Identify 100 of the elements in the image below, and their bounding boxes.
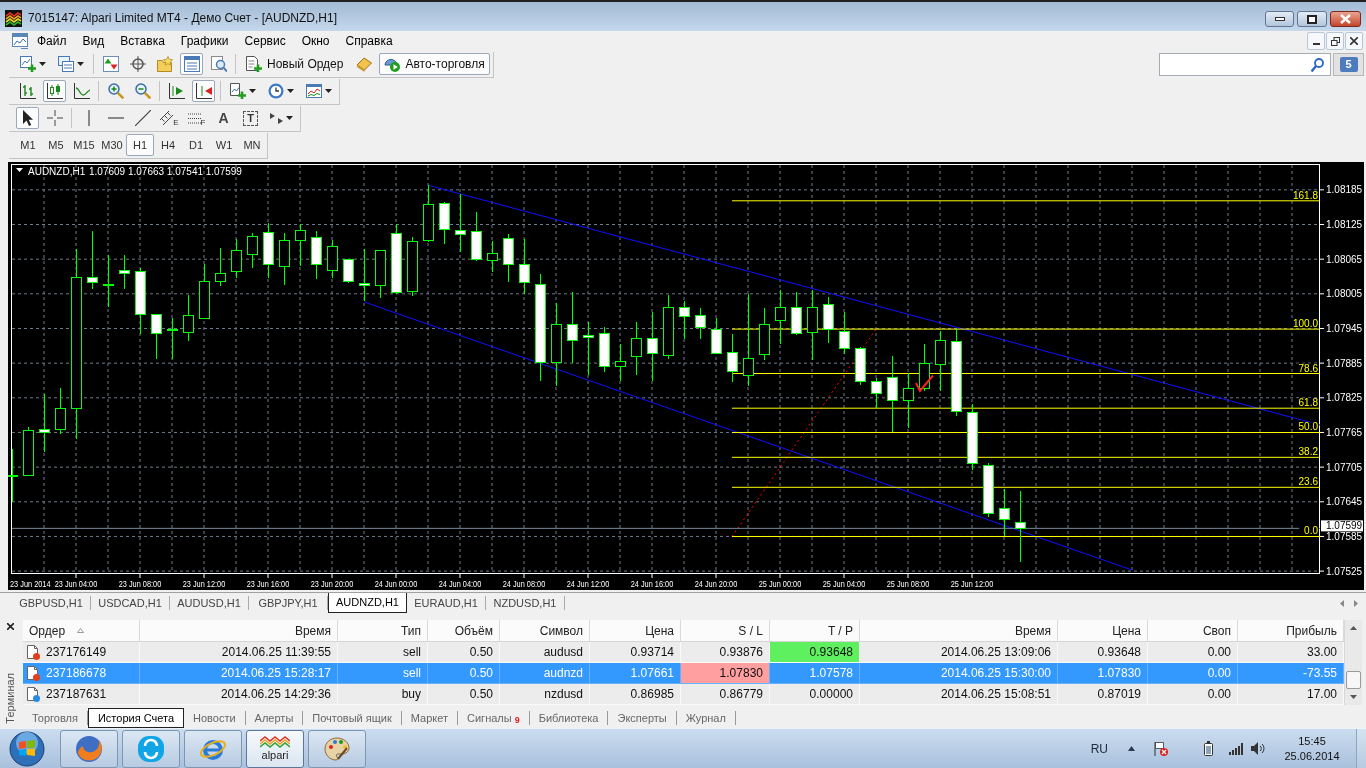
timeframe-button[interactable]: M15 bbox=[70, 134, 98, 156]
toolbar-button[interactable]: T bbox=[239, 107, 262, 129]
candlestick bbox=[55, 387, 66, 435]
table-row[interactable]: 237186678 2014.06.25 15:28:17 sell 0.50 audnzd 1.07661 1.07830 1.07578 2014.06.25 15:30:00 1.07830 0.00 -73.55 bbox=[23, 663, 1344, 684]
chart-tab[interactable]: GBPUSD,H1 bbox=[12, 596, 91, 610]
toolbar-button[interactable]: F bbox=[185, 107, 208, 129]
menu-item[interactable]: Окно bbox=[293, 32, 338, 50]
chart-tab[interactable]: EURAUD,H1 bbox=[407, 596, 486, 610]
taskbar-app-button[interactable] bbox=[122, 729, 180, 768]
current-price-label: 1.07599 bbox=[1321, 520, 1363, 532]
taskbar-app-button[interactable] bbox=[60, 729, 118, 768]
price-tick-label: 1.07525 bbox=[1326, 565, 1363, 577]
taskbar-app-button[interactable]: alpari bbox=[246, 729, 304, 768]
timeframe-button[interactable]: M5 bbox=[42, 134, 70, 156]
search-field[interactable] bbox=[1159, 53, 1331, 76]
candlestick bbox=[119, 254, 130, 290]
chart-tab[interactable]: USDCAD,H1 bbox=[91, 596, 170, 610]
panel-tab[interactable]: Журнал bbox=[676, 711, 736, 725]
column-header[interactable]: Ордер bbox=[23, 620, 140, 641]
minimize-icon bbox=[1274, 17, 1285, 21]
column-header[interactable]: Объём bbox=[428, 620, 500, 641]
clock-button[interactable]: 15:45 25.06.2014 bbox=[1272, 733, 1352, 764]
order-number: 237176149 bbox=[46, 644, 107, 661]
taskbar-app-button[interactable] bbox=[184, 729, 242, 768]
panel-tab[interactable]: Почтовый ящик bbox=[303, 711, 402, 725]
toolbar-button[interactable] bbox=[43, 80, 66, 102]
table-row[interactable]: 237187631 2014.06.25 14:29:36 buy 0.50 nzdusd 0.86985 0.86779 0.00000 2014.06.25 15:08:51 0.87019 0.00 17.00 bbox=[23, 684, 1344, 705]
column-header[interactable]: Цена bbox=[590, 620, 681, 641]
new-order-button[interactable]: Новый Ордер bbox=[241, 53, 349, 75]
candle bbox=[407, 240, 418, 292]
candlestick bbox=[839, 311, 850, 355]
close-icon bbox=[1340, 14, 1351, 24]
auto-trading-button[interactable]: Авто-торговля bbox=[379, 53, 490, 75]
zoom-out-icon bbox=[134, 83, 151, 99]
order-number: 237186678 bbox=[46, 665, 107, 682]
table-cell: 1.07830 bbox=[681, 663, 770, 684]
timeframe-button[interactable]: MN bbox=[238, 134, 266, 156]
column-header[interactable]: T / P bbox=[770, 620, 860, 641]
timeframe-button[interactable]: M30 bbox=[98, 134, 126, 156]
column-header[interactable]: Время bbox=[860, 620, 1058, 641]
restore-button[interactable] bbox=[1326, 32, 1344, 50]
toolbar-button[interactable]: E bbox=[158, 107, 181, 129]
panel-tab[interactable]: Сигналы 9 bbox=[458, 711, 530, 725]
minimize-button[interactable] bbox=[1307, 32, 1325, 50]
scrollbar-thumb[interactable] bbox=[1346, 671, 1361, 689]
price-tick-label: 1.08185 bbox=[1326, 184, 1363, 196]
menu-item[interactable]: Сервис bbox=[236, 32, 294, 50]
scrollbar[interactable] bbox=[1344, 620, 1362, 705]
horizontal-line-icon bbox=[107, 117, 124, 119]
time-tick-label: 23 Jun 08:00 bbox=[118, 579, 162, 589]
toolbar-button[interactable] bbox=[192, 80, 215, 102]
maximize-button[interactable] bbox=[1297, 11, 1327, 27]
search-icon bbox=[1311, 57, 1324, 72]
palette-icon bbox=[323, 734, 351, 763]
cloud-swirl-icon bbox=[137, 734, 165, 763]
timeframe-button[interactable]: H1 bbox=[126, 134, 154, 156]
chart-tab[interactable]: NZDUSD,H1 bbox=[486, 596, 565, 610]
candlestick bbox=[167, 317, 178, 360]
chart-tab[interactable]: AUDUSD,H1 bbox=[170, 596, 249, 610]
panel-tab[interactable]: Эксперты bbox=[608, 711, 677, 725]
toolbar-button[interactable] bbox=[16, 107, 39, 129]
candlestick bbox=[887, 355, 898, 433]
crosshair-icon bbox=[46, 110, 63, 126]
panel-tab[interactable]: Алерты bbox=[245, 711, 304, 725]
candlestick bbox=[231, 238, 242, 279]
column-header[interactable]: Своп bbox=[1148, 620, 1238, 641]
shift-right-icon bbox=[168, 83, 185, 99]
column-header[interactable]: Время bbox=[140, 620, 338, 641]
column-header[interactable]: Тип bbox=[338, 620, 428, 641]
menu-item[interactable]: Вставка bbox=[112, 32, 173, 50]
timeframe-button[interactable]: M1 bbox=[14, 134, 42, 156]
close-button[interactable] bbox=[1330, 11, 1361, 27]
panel-tab[interactable]: Маркет bbox=[401, 711, 459, 725]
clock-icon bbox=[268, 83, 284, 99]
table-row[interactable]: 237176149 2014.06.25 11:39:55 sell 0.50 audusd 0.93714 0.93876 0.93648 2014.06.25 13:09:06 0.93648 0.00 33.00 bbox=[23, 642, 1344, 663]
panel-tab[interactable]: Библиотека bbox=[529, 711, 609, 725]
column-header[interactable]: Символ bbox=[500, 620, 590, 641]
timeframe-button[interactable]: D1 bbox=[182, 134, 210, 156]
windows-icon bbox=[58, 56, 74, 72]
minimize-button[interactable] bbox=[1265, 11, 1294, 27]
menu-item[interactable]: Файл bbox=[29, 32, 75, 50]
panel-tab[interactable]: Торговля bbox=[23, 711, 88, 725]
menu-item[interactable]: Вид bbox=[74, 32, 113, 50]
candlestick bbox=[903, 372, 914, 429]
panel-tab[interactable]: Новости bbox=[184, 711, 246, 725]
language-indicator[interactable]: RU bbox=[1090, 739, 1108, 758]
menu-item[interactable]: Справка bbox=[337, 32, 401, 50]
column-header[interactable]: S / L bbox=[681, 620, 770, 641]
chart-tab[interactable]: AUDNZD,H1 bbox=[328, 593, 407, 613]
toolbar-button[interactable]: A bbox=[212, 107, 235, 129]
menu-item[interactable]: Графики bbox=[172, 32, 237, 50]
candlestick bbox=[679, 300, 690, 340]
timeframe-button[interactable]: H4 bbox=[154, 134, 182, 156]
restore-icon bbox=[1330, 36, 1340, 46]
panel-tab[interactable]: История Счета bbox=[87, 708, 184, 728]
timeframe-button[interactable]: W1 bbox=[210, 134, 238, 156]
column-header[interactable]: Цена bbox=[1058, 620, 1148, 641]
messages-button[interactable]: 5 bbox=[1333, 53, 1364, 76]
taskbar-app-button[interactable] bbox=[308, 729, 366, 768]
close-button[interactable] bbox=[5, 621, 16, 632]
